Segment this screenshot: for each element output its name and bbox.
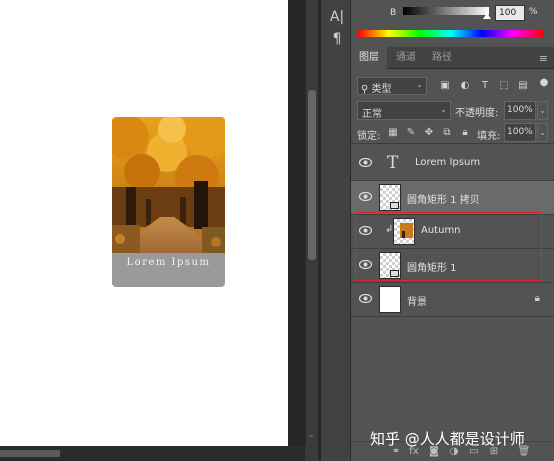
card-caption: Lorem Ipsum (126, 257, 211, 268)
adjustment-filter-icon[interactable]: ◐ (459, 80, 471, 92)
layer-name: 圆角矩形 1 拷贝 (407, 195, 480, 206)
smart-object-filter-icon[interactable]: ▤ (517, 80, 529, 92)
panel-icon-strip: A| ¶ (321, 0, 351, 461)
filter-kind-select[interactable]: ⚲ 类型 ⌄ (357, 77, 427, 95)
lock-pixels-icon[interactable]: ✎ (405, 127, 417, 139)
layer-lock-icon: 🔒︎ (534, 293, 540, 304)
watermark: 知乎 @人人都是设计师 (370, 430, 525, 448)
photoshop-window: Lorem Ipsum ⌄ A| ¶ B 100 % 图层 通道 路径 ≡ ⚲ … (0, 0, 554, 461)
brightness-slider-thumb[interactable] (483, 13, 491, 19)
fill-field[interactable]: 100% (504, 123, 536, 142)
lock-transparency-icon[interactable]: ▦ (387, 127, 399, 139)
filter-toggle-icon[interactable]: ● (538, 77, 550, 89)
pasteboard (288, 0, 305, 446)
shape-badge-icon (390, 202, 399, 209)
text-layer-icon: T (387, 153, 399, 173)
brightness-value-field[interactable]: 100 (495, 5, 525, 21)
layer-row-background[interactable]: 背景 🔒︎ (351, 283, 554, 317)
layer-name: 背景 (407, 297, 427, 308)
layer-thumbnail (379, 286, 401, 313)
blend-mode-value: 正常 (362, 109, 382, 120)
visibility-eye-icon[interactable] (359, 192, 372, 201)
character-panel-icon[interactable]: A| (329, 8, 345, 26)
filter-kind-label: 类型 (371, 84, 392, 95)
lock-artboard-icon[interactable]: ⧉ (441, 127, 453, 139)
card-preview: Lorem Ipsum (112, 117, 225, 287)
brightness-label: B (390, 8, 397, 18)
paragraph-panel-icon[interactable]: ¶ (329, 30, 345, 48)
visibility-eye-icon[interactable] (359, 158, 372, 167)
chevron-down-icon: ⌄ (440, 105, 447, 114)
lock-position-icon[interactable]: ✥ (423, 127, 435, 139)
type-filter-icon[interactable]: T (479, 80, 491, 92)
lock-label: 锁定: (357, 131, 381, 142)
highlight-box (355, 212, 542, 281)
right-panel: B 100 % 图层 通道 路径 ≡ ⚲ 类型 ⌄ ▣ ◐ T ⬚ ▤ ● 正常… (351, 0, 554, 461)
fill-dropdown-icon[interactable]: ⌄ (537, 123, 548, 142)
opacity-label: 不透明度: (455, 108, 499, 119)
color-spectrum[interactable] (358, 30, 544, 37)
visibility-eye-icon[interactable] (359, 294, 372, 303)
brightness-unit: % (529, 7, 538, 17)
blend-mode-select[interactable]: 正常 ⌄ (357, 101, 451, 120)
search-icon: ⚲ (361, 84, 369, 95)
lock-row: 锁定: ▦ ✎ ✥ ⧉ 🔒︎ 填充: 100% ⌄ (351, 122, 554, 144)
blend-row: 正常 ⌄ 不透明度: 100% ⌄ (351, 100, 554, 122)
layers-list: T Lorem Ipsum 圆角矩形 1 拷贝 ↲ Autumn 圆角矩形 1 … (351, 147, 554, 447)
horizontal-scroll-thumb[interactable] (0, 450, 60, 457)
lock-all-icon[interactable]: 🔒︎ (459, 127, 471, 139)
layer-row-shape-copy[interactable]: 圆角矩形 1 拷贝 (351, 181, 554, 215)
layer-thumbnail (379, 184, 401, 211)
document-canvas[interactable]: Lorem Ipsum (0, 0, 288, 446)
layer-name: Lorem Ipsum (415, 157, 481, 168)
shape-filter-icon[interactable]: ⬚ (498, 80, 510, 92)
tab-layers[interactable]: 图层 (351, 47, 387, 69)
tab-channels[interactable]: 通道 (389, 47, 423, 69)
scroll-down-icon[interactable]: ⌄ (308, 430, 315, 439)
image-filter-icon[interactable]: ▣ (439, 80, 451, 92)
opacity-field[interactable]: 100% (504, 101, 536, 120)
horizontal-scrollbar[interactable] (0, 446, 305, 461)
tab-paths[interactable]: 路径 (425, 47, 459, 69)
fill-label: 填充: (477, 131, 501, 142)
autumn-photo (112, 117, 225, 253)
vertical-scrollbar[interactable]: ⌄ (305, 0, 318, 446)
brightness-slider[interactable] (403, 7, 489, 15)
color-panel: B 100 % (351, 0, 554, 46)
vertical-scroll-thumb[interactable] (308, 90, 316, 260)
chevron-down-icon: ⌄ (416, 80, 423, 89)
opacity-dropdown-icon[interactable]: ⌄ (537, 101, 548, 120)
panel-menu-icon[interactable]: ≡ (539, 52, 548, 65)
layer-filter-row: ⚲ 类型 ⌄ ▣ ◐ T ⬚ ▤ ● (351, 72, 554, 100)
layers-tab-bar: 图层 通道 路径 ≡ (351, 47, 554, 69)
layer-row-text[interactable]: T Lorem Ipsum (351, 147, 554, 181)
